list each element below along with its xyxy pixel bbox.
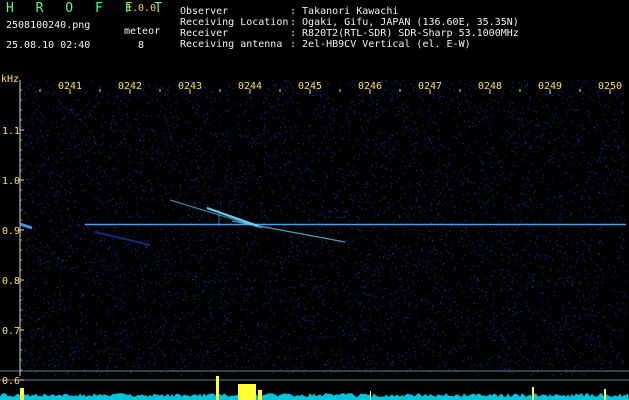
faint-trail <box>94 231 151 246</box>
signal-bar <box>258 390 262 400</box>
x-tick-label: 0250 <box>598 81 622 92</box>
signal-bar <box>238 384 256 400</box>
x-tick-label: 0248 <box>478 81 502 92</box>
x-tick-label: 0241 <box>58 81 82 92</box>
y-tick-label: 1.0 <box>2 176 20 187</box>
baseline-noise <box>0 393 629 400</box>
signal-bar <box>370 391 371 400</box>
y-tick-label: 0.9 <box>2 226 20 237</box>
x-tick-label: 0249 <box>538 81 562 92</box>
y-tick-label: 0.6 <box>2 376 20 387</box>
spectrogram-plot: 1.1 1.0 0.9 0.8 0.7 0.6 0241 0242 0243 0244 0245 02… <box>0 80 629 400</box>
x-tick-label: 0242 <box>118 81 142 92</box>
y-tick-label: 0.8 <box>2 276 20 287</box>
signal-bar <box>20 388 24 400</box>
x-tick-label: 0246 <box>358 81 382 92</box>
x-tick-label: 0243 <box>178 81 202 92</box>
y-tick-label: 0.7 <box>2 326 20 337</box>
signal-bar <box>604 389 606 400</box>
signal-bar <box>216 376 219 400</box>
noise-speckle <box>20 80 628 377</box>
y-tick-label: 1.1 <box>2 126 20 137</box>
x-tick-label: 0244 <box>238 81 262 92</box>
meteor-head-echo <box>206 206 259 228</box>
signal-bar <box>532 387 534 400</box>
x-tick-label: 0247 <box>418 81 442 92</box>
carrier-start-blob <box>19 222 33 230</box>
x-tick-label: 0245 <box>298 81 322 92</box>
noise-field <box>20 80 628 377</box>
axis-ticks: 1.1 1.0 0.9 0.8 0.7 0.6 0241 0242 0243 0244 0245 02… <box>2 81 622 387</box>
